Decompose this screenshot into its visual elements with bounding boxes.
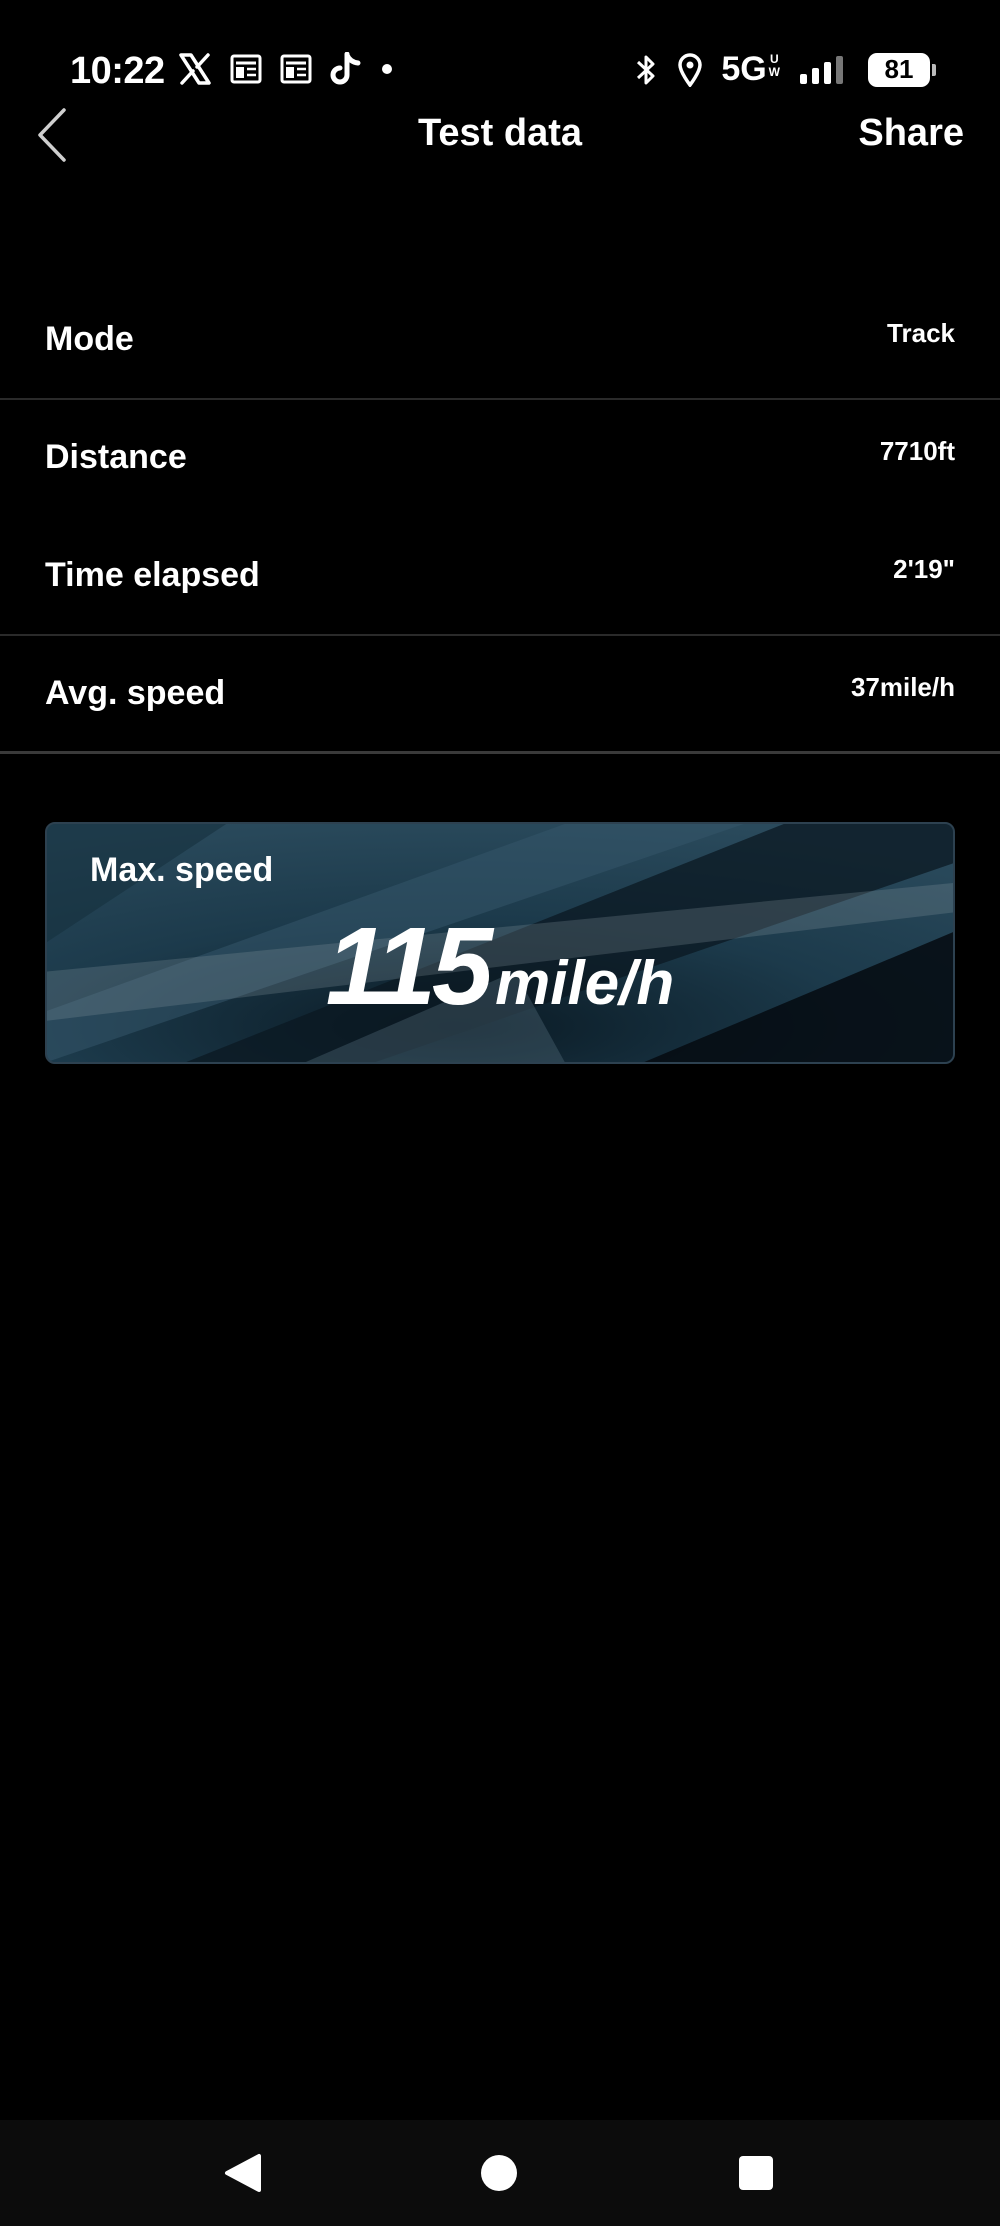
nav-home-icon [481, 2155, 517, 2191]
system-status: 5G U W 81 [633, 50, 936, 89]
network-type: 5G [721, 50, 767, 88]
row-value: 37mile/h [850, 672, 955, 702]
news-icon [280, 54, 312, 84]
dot-icon [382, 64, 392, 74]
nav-back-icon [225, 2154, 261, 2192]
max-speed-unit: mile/h [495, 949, 675, 1018]
row-avg-speed: Avg. speed 37mile/h [0, 636, 1000, 754]
nav-recents-icon [739, 2156, 773, 2190]
row-value: 7710ft [879, 436, 955, 466]
row-label: Distance [45, 438, 187, 476]
max-speed-readout: 115mile/h [47, 912, 953, 1022]
status-time: 10:22 [70, 50, 165, 92]
row-value: 2'19" [893, 554, 955, 584]
max-speed-value: 115 [325, 905, 493, 1028]
share-button[interactable]: Share [858, 112, 964, 155]
battery-indicator: 81 [868, 52, 936, 87]
max-speed-label: Max. speed [90, 851, 274, 889]
row-time-elapsed: Time elapsed 2'19" [0, 518, 1000, 636]
location-icon [678, 52, 703, 87]
row-label: Mode [45, 320, 134, 358]
news-icon [230, 54, 262, 84]
max-speed-card: Max. speed 115mile/h [45, 822, 955, 1064]
row-label: Time elapsed [45, 556, 260, 594]
system-nav-bar [0, 2120, 1000, 2226]
network-indicator: 5G U W [721, 50, 780, 89]
bluetooth-icon [637, 55, 655, 84]
header-bar: Test data Share [0, 100, 1000, 170]
nav-home-button[interactable] [476, 2150, 522, 2196]
network-sub: U W [769, 53, 780, 79]
status-bar: 10:22 5G U W 81 [0, 0, 1000, 110]
nav-recents-button[interactable] [733, 2150, 779, 2196]
x-icon [179, 53, 211, 85]
row-label: Avg. speed [45, 674, 226, 712]
nav-back-button[interactable] [221, 2150, 267, 2196]
notification-icons [178, 52, 394, 86]
row-value: Track [887, 318, 955, 348]
test-data-list: Mode Track Distance 7710ft Time elapsed … [0, 282, 1000, 754]
network-sub-bottom: W [768, 65, 780, 79]
tiktok-icon [330, 52, 361, 85]
row-distance: Distance 7710ft [0, 400, 1000, 518]
page-title: Test data [417, 112, 582, 154]
signal-icon [800, 55, 843, 84]
row-mode: Mode Track [0, 282, 1000, 400]
